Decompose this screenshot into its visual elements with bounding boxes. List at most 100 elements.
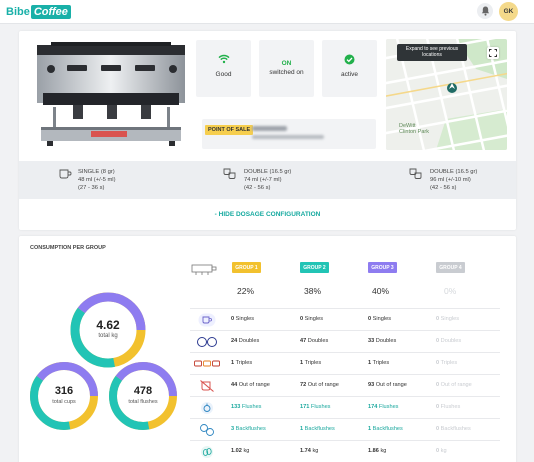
power-status-box: ON switched on xyxy=(259,40,314,97)
dosage-double-1-time: (42 - 56 s) xyxy=(244,185,271,191)
double-cup-icon xyxy=(223,168,236,179)
dosage-single-name: SINGLE (8 gr) xyxy=(78,169,115,175)
cell-unit: Singles xyxy=(439,316,460,322)
cell-value: 171 xyxy=(300,404,310,410)
cell-unit: Out of range xyxy=(306,382,339,388)
cell-unit: Flushes xyxy=(240,404,262,410)
notifications-bell-icon[interactable] xyxy=(477,3,493,19)
cell-unit: Triples xyxy=(439,360,458,366)
espresso-machine-image xyxy=(37,42,185,146)
cell-unit: Triples xyxy=(303,360,322,366)
wifi-status-label: Good xyxy=(215,71,232,78)
cell-value: 1.74 xyxy=(300,448,311,454)
dosage-double-1: DOUBLE (16.5 gr) 74 ml (+/-7 ml) (42 - 5… xyxy=(223,168,291,192)
cell-unit: Flushes xyxy=(377,404,399,410)
cell-unit: Doubles xyxy=(439,338,462,344)
total-cups-label: total cups xyxy=(52,399,76,405)
coffee-beans-icon xyxy=(194,444,220,460)
map-tooltip: Expand to see previous locations xyxy=(397,44,467,61)
hide-dosage-configuration-link[interactable]: - HIDE DOSAGE CONFIGURATION xyxy=(19,211,516,218)
cell-value: 174 xyxy=(368,404,378,410)
total-cups-donut: 316 total cups xyxy=(29,361,99,431)
cell-unit: Backflushes xyxy=(371,426,403,432)
cell-unit: Doubles xyxy=(237,338,260,344)
cell-unit: Singles xyxy=(371,316,392,322)
top-bar: Bibe Coffee GK xyxy=(0,0,534,24)
dosage-double-2-name: DOUBLE (16.5 gr) xyxy=(430,169,478,175)
table-row-kg: 1.02 kg 1.74 kg 1.86 kg 0 kg xyxy=(190,440,500,462)
cell-unit: Out of range xyxy=(374,382,407,388)
total-flushes-value: 478 xyxy=(133,385,153,397)
cell-value: 1.86 xyxy=(368,448,379,454)
cell-unit: Backflushes xyxy=(439,426,471,432)
dosage-double-2-time: (42 - 56 s) xyxy=(430,185,457,191)
dosage-single: SINGLE (8 gr) 48 ml (+/-5 ml) (27 - 36 s… xyxy=(59,168,116,192)
cell-unit: kg xyxy=(439,448,447,454)
cell-unit: Singles xyxy=(234,316,255,322)
group-2-badge: GROUP 2 xyxy=(300,262,329,273)
dosage-double-1-name: DOUBLE (16.5 gr) xyxy=(244,169,292,175)
logo-text-bibe: Bibe xyxy=(6,5,30,18)
map-label-clinton-park: Clinton Park xyxy=(399,129,429,135)
machine-outline-icon xyxy=(191,264,217,275)
total-cups-value: 316 xyxy=(54,385,74,397)
activity-status-box: active xyxy=(322,40,377,97)
out-of-range-icon xyxy=(194,378,220,394)
point-of-sale-badge: POINT OF SALE xyxy=(205,125,254,135)
double-cup-icon xyxy=(194,334,220,350)
cell-unit: Backflushes xyxy=(303,426,335,432)
cell-unit: Out of range xyxy=(237,382,270,388)
triple-cup-icon xyxy=(194,356,220,372)
total-flushes-donut: 478 total flushes xyxy=(108,361,178,431)
total-kg-donut: 4.62 total kg xyxy=(69,291,147,369)
consumption-card: CONSUMPTION PER GROUP 4.62 total kg 316 … xyxy=(19,236,516,462)
cell-unit: Flushes xyxy=(309,404,331,410)
dosage-single-time: (27 - 36 s) xyxy=(78,185,105,191)
map-expand-icon[interactable] xyxy=(487,47,499,59)
total-flushes-label: total flushes xyxy=(128,399,158,405)
cell-value: 133 xyxy=(231,404,241,410)
group-4-badge: GROUP 4 xyxy=(436,262,465,273)
group-2-percentage: 38% xyxy=(304,286,322,296)
wifi-status-box: Good xyxy=(196,40,251,97)
wifi-icon xyxy=(218,54,229,64)
group-4-percentage: 0% xyxy=(444,286,457,296)
cell-unit: Singles xyxy=(303,316,324,322)
machine-card: Good ON switched on active POINT OF SALE xyxy=(19,31,516,230)
single-cup-icon xyxy=(59,169,72,179)
single-cup-icon xyxy=(194,312,220,328)
power-status-label: switched on xyxy=(269,69,304,76)
user-avatar[interactable]: GK xyxy=(499,2,518,21)
logo-text-coffee: Coffee xyxy=(30,4,71,19)
dosage-double-2-volume: 96 ml (+/-10 ml) xyxy=(430,177,471,183)
cell-unit: Triples xyxy=(234,360,253,366)
table-row-flushes: 133 Flushes 171 Flushes 174 Flushes 0 Fl… xyxy=(190,396,500,418)
cell-unit: kg xyxy=(310,448,319,454)
cell-unit: Backflushes xyxy=(234,426,266,432)
cell-unit: Triples xyxy=(371,360,390,366)
group-3-percentage: 40% xyxy=(372,286,390,296)
consumption-title: CONSUMPTION PER GROUP xyxy=(30,245,106,251)
backflush-icon xyxy=(194,422,220,438)
power-status-title: ON xyxy=(281,60,292,67)
table-row-singles: 0 Singles 0 Singles 0 Singles 0 Singles xyxy=(190,308,500,330)
cell-unit: Out of range xyxy=(439,382,472,388)
cell-unit: kg xyxy=(378,448,387,454)
table-row-backflushes: 3 Backflushes 1 Backflushes 1 Backflushe… xyxy=(190,418,500,440)
dosage-configuration: SINGLE (8 gr) 48 ml (+/-5 ml) (27 - 36 s… xyxy=(19,161,516,199)
cell-unit: Flushes xyxy=(439,404,461,410)
table-row-triples: 1 Triples 1 Triples 1 Triples 0 Triples xyxy=(190,352,500,374)
cell-unit: kg xyxy=(241,448,250,454)
total-kg-value: 4.62 xyxy=(96,318,120,332)
group-3-badge: GROUP 3 xyxy=(368,262,397,273)
table-row-doubles: 24 Doubles 47 Doubles 33 Doubles 0 Doubl… xyxy=(190,330,500,352)
point-of-sale-name-redacted xyxy=(252,126,287,131)
double-cup-icon xyxy=(409,168,422,179)
check-circle-icon xyxy=(344,54,355,64)
cell-unit: Doubles xyxy=(374,338,397,344)
app-logo[interactable]: Bibe Coffee xyxy=(6,4,71,19)
table-row-out-of-range: 44 Out of range 72 Out of range 93 Out o… xyxy=(190,374,500,396)
location-map[interactable]: Expand to see previous locations DeWitt … xyxy=(386,39,507,150)
dosage-double-2: DOUBLE (16.5 gr) 96 ml (+/-10 ml) (42 - … xyxy=(409,168,477,192)
group-1-badge: GROUP 1 xyxy=(232,262,261,273)
